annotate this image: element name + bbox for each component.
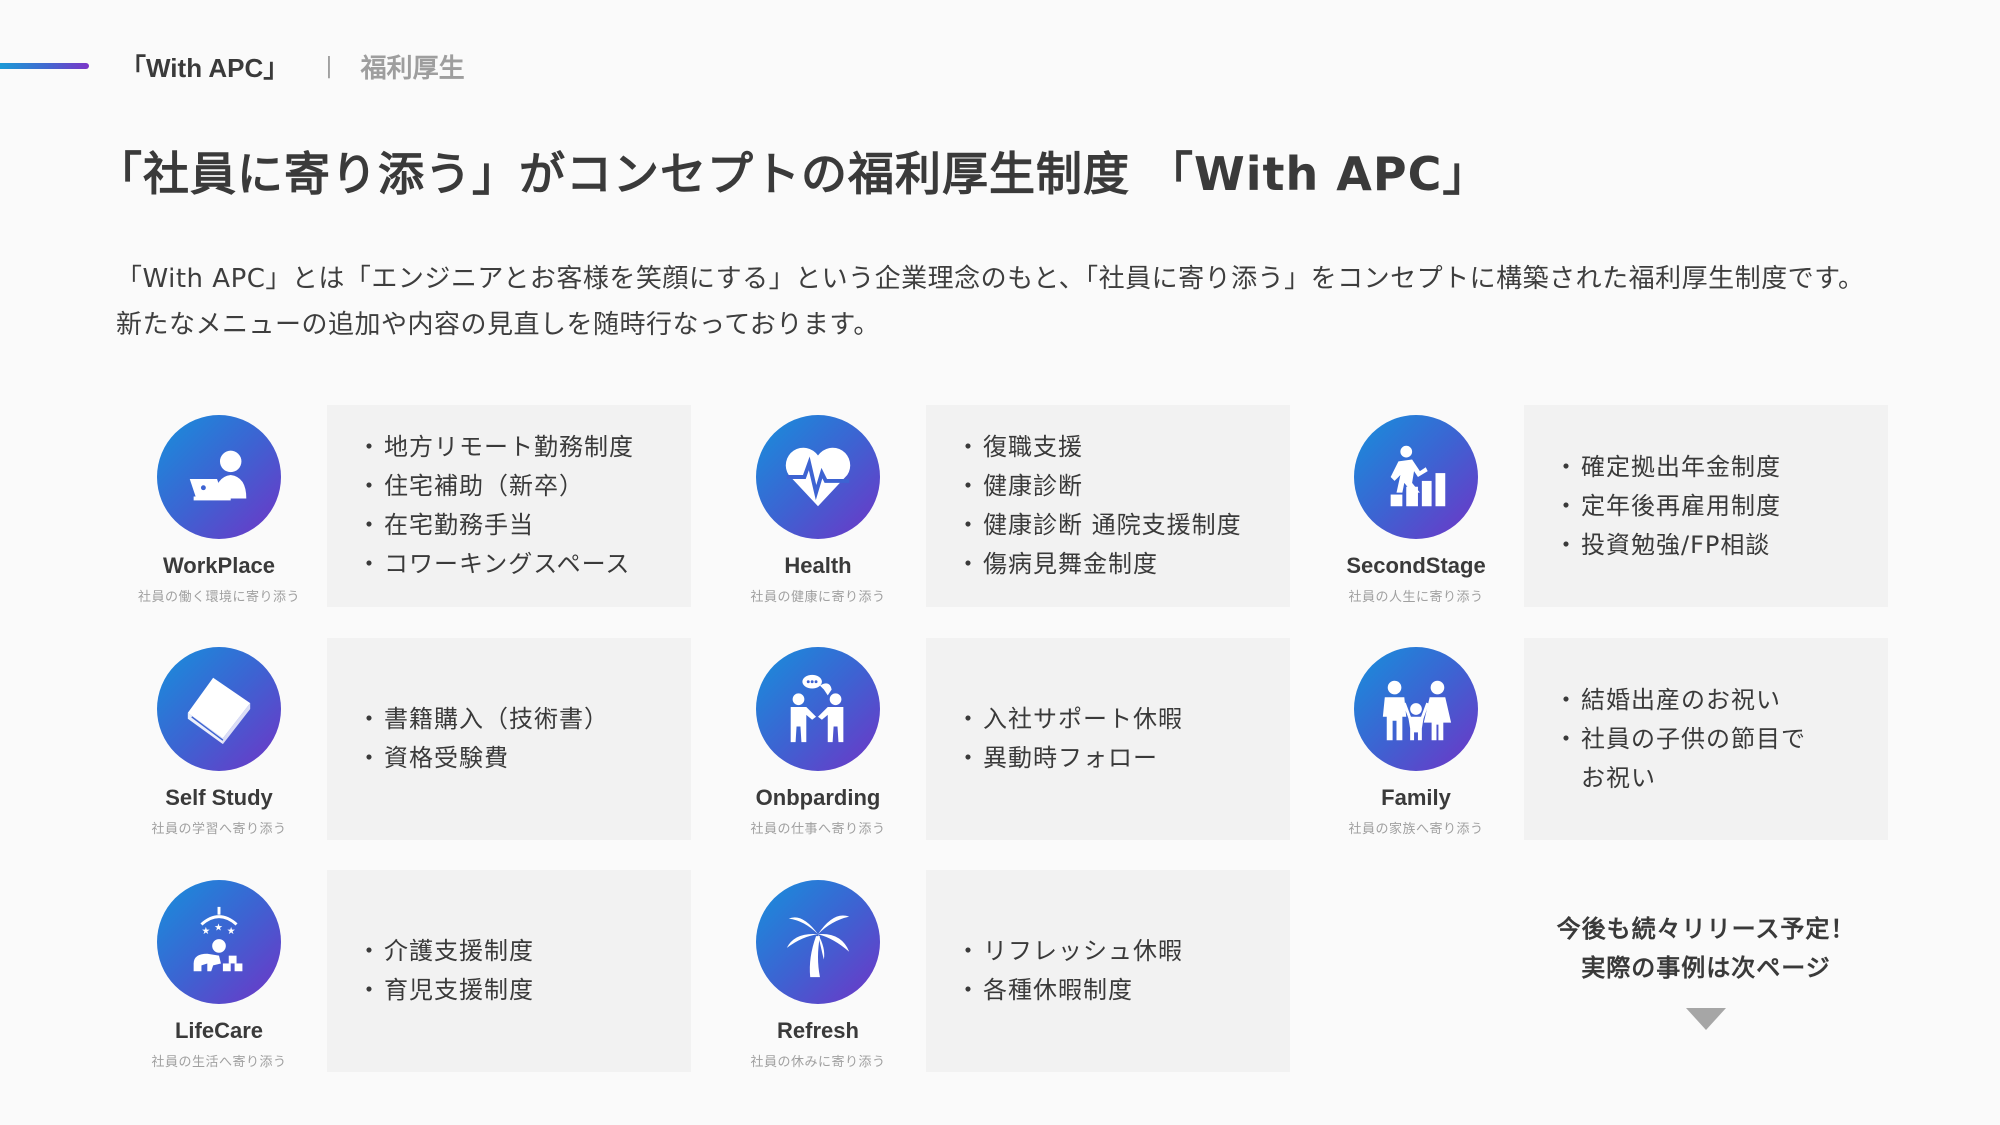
benefit-list: 地方リモート勤務制度住宅補助（新卒）在宅勤務手当コワーキングスペース	[357, 428, 691, 584]
benefit-item: 結婚出産のお祝い	[1554, 681, 1888, 720]
benefit-list-box: 書籍購入（技術書）資格受験費	[327, 638, 691, 840]
card-subtitle: 社員の休みに寄り添う	[750, 1055, 886, 1070]
benefit-item: 育児支援制度	[357, 971, 691, 1010]
benefit-item: 資格受験費	[357, 739, 691, 778]
laptop-user-icon	[157, 415, 281, 539]
card-title: Family	[1381, 785, 1451, 810]
benefit-item: リフレッシュ休暇	[956, 932, 1290, 971]
benefit-list-box: 地方リモート勤務制度住宅補助（新卒）在宅勤務手当コワーキングスペース	[327, 405, 691, 607]
heartbeat-icon	[756, 415, 880, 539]
down-triangle-icon[interactable]	[1686, 1008, 1726, 1030]
card-title: Health	[784, 553, 852, 578]
benefit-item: 定年後再雇用制度	[1554, 487, 1888, 526]
benefit-list: 復職支援健康診断健康診断 通院支援制度傷病見舞金制度	[956, 428, 1290, 584]
card-subtitle: 社員の健康に寄り添う	[750, 590, 886, 605]
card-subtitle: 社員の家族へ寄り添う	[1348, 822, 1484, 837]
benefit-list: 入社サポート休暇異動時フォロー	[956, 700, 1290, 778]
benefit-list-box: リフレッシュ休暇各種休暇制度	[926, 870, 1290, 1072]
more-line-2: 実際の事例は次ページ	[1581, 954, 1831, 982]
svg-text:★: ★	[227, 926, 236, 937]
lead-paragraph: 「With APC」とは「エンジニアとお客様を笑顔にする」という企業理念のもと、…	[116, 264, 1865, 340]
benefit-item: 健康診断 通院支援制度	[956, 506, 1290, 545]
benefit-list: 書籍購入（技術書）資格受験費	[357, 700, 691, 778]
book-icon	[157, 647, 281, 771]
stairs-climb-icon	[1354, 415, 1478, 539]
people-talking-icon	[756, 647, 880, 771]
benefit-item: 書籍購入（技術書）	[357, 700, 691, 739]
benefit-item: 異動時フォロー	[956, 739, 1290, 778]
benefit-item: 健康診断	[956, 467, 1290, 506]
card-subtitle: 社員の人生に寄り添う	[1348, 590, 1484, 605]
benefit-list-box: 確定拠出年金制度定年後再雇用制度投資勉強/FP相談	[1524, 405, 1888, 607]
card-title: Onbparding	[755, 785, 881, 810]
benefit-item: 地方リモート勤務制度	[357, 428, 691, 467]
benefit-item: 復職支援	[956, 428, 1290, 467]
benefit-item-continuation: お祝い	[1581, 763, 1656, 792]
benefit-list: 介護支援制度育児支援制度	[357, 932, 691, 1010]
page-title: 「社員に寄り添う」がコンセプトの福利厚生制度 「With APC」	[96, 147, 1490, 201]
card-title: Self Study	[165, 785, 273, 810]
benefit-item: 在宅勤務手当	[357, 506, 691, 545]
benefit-item: 各種休暇制度	[956, 971, 1290, 1010]
benefit-list-box: 入社サポート休暇異動時フォロー	[926, 638, 1290, 840]
breadcrumb: 「With APC」 | 福利厚生	[120, 48, 465, 84]
benefit-list: 結婚出産のお祝い社員の子供の節目でお祝い	[1554, 681, 1888, 798]
accent-line	[0, 63, 89, 69]
card-title: SecondStage	[1346, 553, 1486, 578]
breadcrumb-separator: |	[325, 53, 333, 79]
benefit-list-box: 結婚出産のお祝い社員の子供の節目でお祝い	[1524, 638, 1888, 840]
card-subtitle: 社員の学習へ寄り添う	[151, 822, 287, 837]
more-line-1: 今後も続々リリース予定！	[1556, 915, 1856, 943]
more-coming-note: 今後も続々リリース予定！ 実際の事例は次ページ	[1524, 870, 1888, 1072]
benefit-item: 入社サポート休暇	[956, 700, 1290, 739]
benefit-list: リフレッシュ休暇各種休暇制度	[956, 932, 1290, 1010]
card-subtitle: 社員の働く環境に寄り添う	[137, 590, 300, 605]
benefit-item: コワーキングスペース	[357, 545, 691, 584]
benefit-list: 確定拠出年金制度定年後再雇用制度投資勉強/FP相談	[1554, 448, 1888, 565]
benefit-item: 社員の子供の節目で	[1554, 720, 1888, 759]
benefit-item: 投資勉強/FP相談	[1554, 526, 1888, 565]
benefit-item: 住宅補助（新卒）	[357, 467, 691, 506]
benefit-item: 傷病見舞金制度	[956, 545, 1290, 584]
card-title: Refresh	[777, 1018, 859, 1043]
svg-text:★: ★	[214, 922, 223, 933]
card-title: LifeCare	[174, 1018, 264, 1043]
card-subtitle: 社員の生活へ寄り添う	[151, 1055, 287, 1070]
breadcrumb-primary[interactable]: 「With APC」	[120, 48, 289, 85]
benefit-item: 介護支援制度	[357, 932, 691, 971]
benefit-list-box: 介護支援制度育児支援制度	[327, 870, 691, 1072]
card-title: WorkPlace	[162, 553, 276, 578]
card-subtitle: 社員の仕事へ寄り添う	[750, 822, 886, 837]
family-icon	[1354, 647, 1478, 771]
svg-text:★: ★	[201, 926, 210, 937]
baby-crawl-icon: ★ ★ ★	[157, 880, 281, 1004]
palm-tree-icon	[756, 880, 880, 1004]
breadcrumb-current: 福利厚生	[360, 53, 465, 84]
benefit-item: 確定拠出年金制度	[1554, 448, 1888, 487]
benefit-list-box: 復職支援健康診断健康診断 通院支援制度傷病見舞金制度	[926, 405, 1290, 607]
